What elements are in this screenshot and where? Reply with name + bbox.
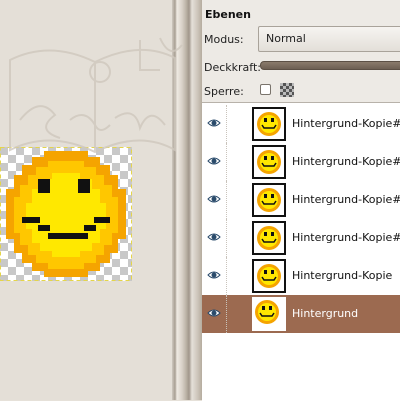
- eye-icon[interactable]: [207, 192, 221, 206]
- layer-thumbnail: [252, 107, 286, 141]
- layer-chain-slot[interactable]: [226, 105, 246, 143]
- layer-row[interactable]: Hintergrund-Kopie: [202, 257, 400, 295]
- mode-select[interactable]: Normal: [258, 26, 400, 52]
- layer-row[interactable]: Hintergrund-Kopie#4: [202, 105, 400, 143]
- layer-row[interactable]: Hintergrund-Kopie#3: [202, 143, 400, 181]
- layer-name[interactable]: Hintergrund-Kopie#2: [292, 193, 400, 206]
- layer-chain-slot[interactable]: [226, 219, 246, 257]
- eye-icon[interactable]: [207, 268, 221, 282]
- opacity-slider[interactable]: [260, 61, 400, 70]
- eye-icon[interactable]: [207, 116, 221, 130]
- layer-thumbnail: [252, 221, 286, 255]
- layer-chain-slot[interactable]: [226, 143, 246, 181]
- lock-pixels-checkbox[interactable]: [260, 84, 271, 95]
- eye-icon[interactable]: [207, 154, 221, 168]
- checkerboard-lock-icon[interactable]: [280, 83, 294, 97]
- layers-panel: Ebenen Modus: Normal Deckkraft: Sperre: …: [202, 0, 400, 401]
- mode-label: Modus:: [204, 33, 244, 46]
- eye-icon[interactable]: [207, 306, 221, 320]
- layer-row[interactable]: Hintergrund-Kopie#2: [202, 181, 400, 219]
- image-canvas-area[interactable]: [0, 0, 172, 400]
- layer-row-selected[interactable]: Hintergrund: [202, 295, 400, 333]
- smiley-image: [0, 147, 132, 281]
- layer-name[interactable]: Hintergrund-Kopie: [292, 269, 392, 282]
- layer-name[interactable]: Hintergrund: [292, 307, 358, 320]
- layer-chain-slot[interactable]: [226, 257, 246, 295]
- lock-label: Sperre:: [204, 85, 244, 98]
- layer-name[interactable]: Hintergrund-Kopie#3: [292, 155, 400, 168]
- opacity-label: Deckkraft:: [204, 61, 261, 74]
- dock-separator[interactable]: [172, 0, 202, 400]
- layer-chain-slot[interactable]: [226, 295, 246, 333]
- layer-row[interactable]: Hintergrund-Kopie#1: [202, 219, 400, 257]
- layer-name[interactable]: Hintergrund-Kopie#4: [292, 117, 400, 130]
- layer-thumbnail: [252, 297, 286, 331]
- eye-icon[interactable]: [207, 230, 221, 244]
- layer-thumbnail: [252, 183, 286, 217]
- layer-name[interactable]: Hintergrund-Kopie#1: [292, 231, 400, 244]
- layer-chain-slot[interactable]: [226, 181, 246, 219]
- layer-thumbnail: [252, 259, 286, 293]
- panel-title: Ebenen: [205, 8, 251, 21]
- layer-list[interactable]: Hintergrund-Kopie#4 Hintergrund-Kopie#3 …: [202, 102, 400, 401]
- layer-thumbnail: [252, 145, 286, 179]
